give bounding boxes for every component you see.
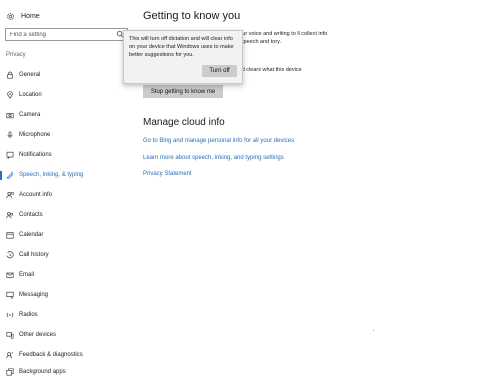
sidebar-item-label: Feedback & diagnostics [19,352,83,358]
sidebar-item-email[interactable]: Email [0,268,138,282]
sidebar-item-label: Camera [19,112,41,118]
sidebar-item-label: Notifications [19,152,52,158]
account-icon [6,192,14,199]
feedback-icon [6,351,13,359]
sidebar-item-label: Background apps [19,369,66,375]
sidebar-item-background-apps[interactable]: Background apps [0,365,138,379]
turn-off-button[interactable]: Turn off [202,65,237,77]
sidebar-item-label: Other devices [19,332,57,338]
sidebar-item-label: General [19,72,41,78]
turn-off-confirmation-flyout: This will turn off dictation and will cl… [123,30,243,84]
gear-icon [7,12,14,20]
sidebar-item-messaging[interactable]: Messaging [0,288,138,302]
intro-text: w your voice and writing to ll collect i… [231,31,328,45]
sidebar-item-call-history[interactable]: Call history [0,248,138,262]
lock-icon [7,71,13,79]
privacy-statement-link[interactable]: Privacy Statement [143,171,192,177]
sidebar-item-label: Contacts [19,212,43,218]
sidebar-item-label: Calendar [19,232,44,238]
sidebar-item-notifications[interactable]: Notifications [0,148,138,162]
sidebar-item-label: Messaging [19,292,49,298]
learn-more-speech-link[interactable]: Learn more about speech, inking, and typ… [143,155,284,161]
speech-icon [6,171,14,179]
stop-getting-to-know-me-button[interactable]: Stop getting to know me [143,85,223,98]
sidebar-item-label: Account info [19,192,53,198]
location-icon [7,91,13,99]
sidebar-item-label: Radios [19,312,38,318]
sidebar-item-account-info[interactable]: Account info [0,188,138,202]
sidebar-item-camera[interactable]: Camera [0,108,138,122]
sidebar-item-label: Call history [19,252,49,258]
sidebar-item-general[interactable]: General [0,68,138,82]
home-label: Home [21,12,40,20]
messaging-icon [6,291,14,299]
sidebar-item-radios[interactable]: Radios [0,308,138,322]
sidebar-item-label: Location [19,92,42,98]
active-indicator [0,171,2,180]
notifications-icon [6,151,14,159]
sidebar-item-label: Email [19,272,35,278]
sidebar-item-location[interactable]: Location [0,88,138,102]
stray-pixel [373,330,374,331]
contacts-icon [6,212,13,219]
search-input[interactable] [10,31,120,38]
other-devices-icon [6,332,14,339]
settings-sidebar: Home Privacy General Location Camera Mic… [0,0,138,376]
sidebar-item-label: Microphone [19,132,51,138]
manage-cloud-info-heading: Manage cloud info [143,117,225,128]
intro-text-2: n and clears what this device [231,67,302,73]
page-title: Getting to know you [143,10,241,22]
bing-manage-info-link[interactable]: Go to Bing and manage personal info for … [143,138,294,144]
camera-icon [6,113,14,119]
call-history-icon [6,251,14,259]
flyout-message: This will turn off dictation and will cl… [129,36,234,58]
calendar-icon [6,232,14,239]
microphone-icon [7,131,13,139]
sidebar-item-feedback-diagnostics[interactable]: Feedback & diagnostics [0,348,138,362]
sidebar-item-calendar[interactable]: Calendar [0,228,138,242]
home-nav-item[interactable]: Home [6,9,40,23]
email-icon [6,272,14,278]
sidebar-item-contacts[interactable]: Contacts [0,208,138,222]
radios-icon [6,312,14,318]
sidebar-item-speech-inking-typing[interactable]: Speech, inking, & typing [0,168,138,182]
search-box[interactable] [5,28,128,41]
sidebar-item-other-devices[interactable]: Other devices [0,328,138,342]
sidebar-item-microphone[interactable]: Microphone [0,128,138,142]
sidebar-item-label: Speech, inking, & typing [19,172,84,178]
privacy-section-label: Privacy [6,52,26,58]
